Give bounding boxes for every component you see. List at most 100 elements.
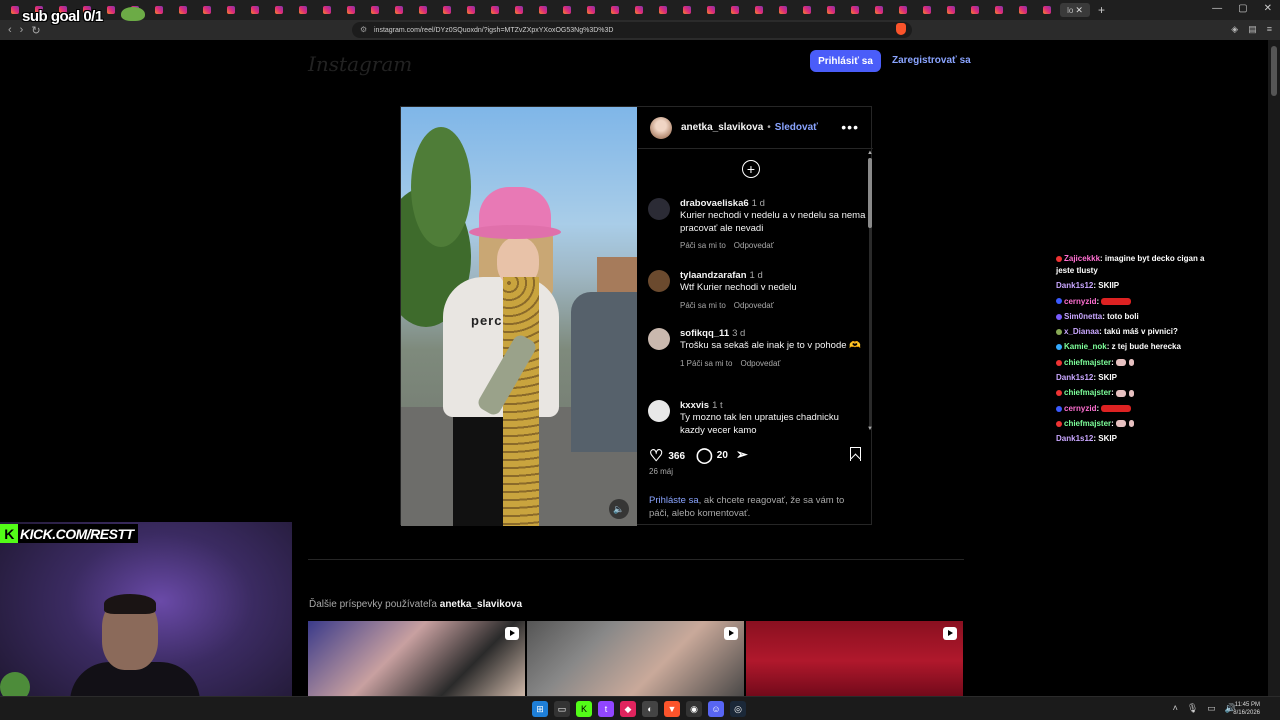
browser-tab[interactable]	[1012, 3, 1034, 17]
browser-tab[interactable]	[868, 3, 890, 17]
browser-tab[interactable]	[292, 3, 314, 17]
extensions-icon[interactable]: ◈	[1231, 24, 1238, 35]
browser-tab[interactable]	[484, 3, 506, 17]
comments-list[interactable]: + ▲ ▼ drabovaeliska6 1 d Kurier nechodi v …	[638, 150, 873, 435]
post-thumbnail[interactable]	[527, 621, 744, 696]
share-action[interactable]: ➢	[736, 446, 748, 463]
brave-shield-icon[interactable]	[896, 23, 906, 35]
comment-avatar[interactable]	[648, 270, 670, 292]
taskbar-clock[interactable]: 11:45 PM 8/16/2026	[1233, 701, 1260, 717]
browser-tab[interactable]	[988, 3, 1010, 17]
app-icon[interactable]: ◐	[642, 701, 658, 717]
share-icon[interactable]: ➢	[736, 446, 748, 463]
browser-tab[interactable]	[148, 3, 170, 17]
comment-action[interactable]: ◯ 20	[696, 446, 728, 464]
browser-tab[interactable]	[940, 3, 962, 17]
browser-tab[interactable]	[100, 3, 122, 17]
browser-tab[interactable]	[1036, 3, 1058, 17]
reload-icon[interactable]: ↻	[31, 24, 40, 37]
browser-tab[interactable]	[748, 3, 770, 17]
browser-tab[interactable]	[172, 3, 194, 17]
url-input[interactable]: ⚙ instagram.com/reel/DYz0SQuoxdn/?igsh=M…	[352, 22, 912, 38]
brave-browser-icon[interactable]: ▼	[664, 701, 680, 717]
avatar[interactable]	[650, 116, 672, 139]
close-tab-icon[interactable]: ✕	[1075, 5, 1083, 16]
browser-tab[interactable]	[796, 3, 818, 17]
site-info-icon[interactable]: ⚙	[360, 25, 367, 34]
browser-tab[interactable]	[916, 3, 938, 17]
close-icon[interactable]: ✕	[1264, 3, 1272, 14]
scroll-down-icon[interactable]: ▼	[867, 426, 873, 432]
follow-button[interactable]: Sledovať	[775, 122, 818, 133]
scroll-up-icon[interactable]: ▲	[867, 150, 873, 156]
tray-expand-icon[interactable]: ˄	[1173, 703, 1178, 714]
comment-reply-button[interactable]: Odpovedať	[740, 359, 780, 368]
browser-tab[interactable]	[532, 3, 554, 17]
reel-video[interactable]: perche 🔈	[401, 107, 637, 526]
browser-tab[interactable]	[412, 3, 434, 17]
kick-app-icon[interactable]: K	[576, 701, 592, 717]
browser-tab[interactable]	[772, 3, 794, 17]
browser-tab[interactable]	[628, 3, 650, 17]
browser-tab[interactable]	[676, 3, 698, 17]
browser-tab[interactable]	[604, 3, 626, 17]
comment-reply-button[interactable]: Odpovedať	[734, 301, 774, 310]
login-prompt-link[interactable]: Prihláste sa	[649, 495, 699, 506]
post-username[interactable]: anetka_slavikova	[681, 122, 763, 133]
load-more-comments-icon[interactable]: +	[742, 160, 760, 178]
browser-tab[interactable]	[844, 3, 866, 17]
obs-icon[interactable]: ◉	[686, 701, 702, 717]
comment-username[interactable]: drabovaeliska6	[680, 198, 749, 209]
browser-tab[interactable]	[508, 3, 530, 17]
more-options-icon[interactable]: •••	[841, 119, 859, 135]
browser-tab[interactable]	[652, 3, 674, 17]
comment-reply-button[interactable]: Odpovedať	[734, 241, 774, 250]
back-icon[interactable]: ‹	[8, 24, 12, 36]
comment-like-button[interactable]: Páči sa mi to	[680, 241, 726, 250]
register-link[interactable]: Zaregistrovať sa	[892, 55, 971, 66]
post-thumbnail[interactable]	[746, 621, 963, 696]
more-posts-user[interactable]: anetka_slavikova	[440, 599, 522, 610]
start-icon[interactable]: ⊞	[532, 701, 548, 717]
microphone-icon[interactable]: 🎙	[1187, 703, 1198, 714]
comments-scrollbar[interactable]: ▲ ▼	[867, 150, 873, 435]
browser-tab[interactable]	[388, 3, 410, 17]
post-thumbnail[interactable]	[308, 621, 525, 696]
browser-tab[interactable]	[436, 3, 458, 17]
browser-tab[interactable]	[268, 3, 290, 17]
browser-tab[interactable]	[724, 3, 746, 17]
browser-tab[interactable]	[820, 3, 842, 17]
browser-tab[interactable]	[964, 3, 986, 17]
comment-username[interactable]: sofikqq_11	[680, 328, 729, 339]
browser-tab[interactable]	[316, 3, 338, 17]
like-action[interactable]: ♡ 366	[649, 446, 685, 466]
comment-username[interactable]: tylaandzarafan	[680, 270, 747, 281]
new-tab-icon[interactable]: +	[1098, 3, 1105, 17]
comment-avatar[interactable]	[648, 400, 670, 422]
wallet-icon[interactable]: ▤	[1248, 24, 1257, 35]
browser-tab[interactable]	[700, 3, 722, 17]
browser-tab[interactable]	[196, 3, 218, 17]
instagram-logo[interactable]: Instagram	[308, 52, 412, 76]
browser-tab[interactable]	[364, 3, 386, 17]
menu-icon[interactable]: ≡	[1267, 24, 1272, 35]
save-icon[interactable]	[850, 447, 861, 461]
comment-icon[interactable]: ◯	[696, 446, 713, 464]
comment-avatar[interactable]	[648, 328, 670, 350]
comment-like-button[interactable]: 1 Páči sa mi to	[680, 359, 732, 368]
comment-avatar[interactable]	[648, 198, 670, 220]
file-explorer-icon[interactable]: ▭	[554, 701, 570, 717]
page-scrollbar[interactable]	[1268, 40, 1280, 696]
login-button[interactable]: Prihlásiť sa	[810, 50, 881, 72]
discord-icon[interactable]: ☺	[708, 701, 724, 717]
twitch-icon[interactable]: t	[598, 701, 614, 717]
browser-tab[interactable]	[340, 3, 362, 17]
mute-button[interactable]: 🔈	[609, 499, 629, 519]
comment-username[interactable]: kxxvis	[680, 400, 709, 411]
browser-tab[interactable]	[556, 3, 578, 17]
browser-tab[interactable]	[244, 3, 266, 17]
browser-tab[interactable]	[220, 3, 242, 17]
heart-icon[interactable]: ♡	[649, 446, 663, 466]
comment-like-button[interactable]: Páči sa mi to	[680, 301, 726, 310]
maximize-icon[interactable]: ▢	[1238, 3, 1247, 14]
